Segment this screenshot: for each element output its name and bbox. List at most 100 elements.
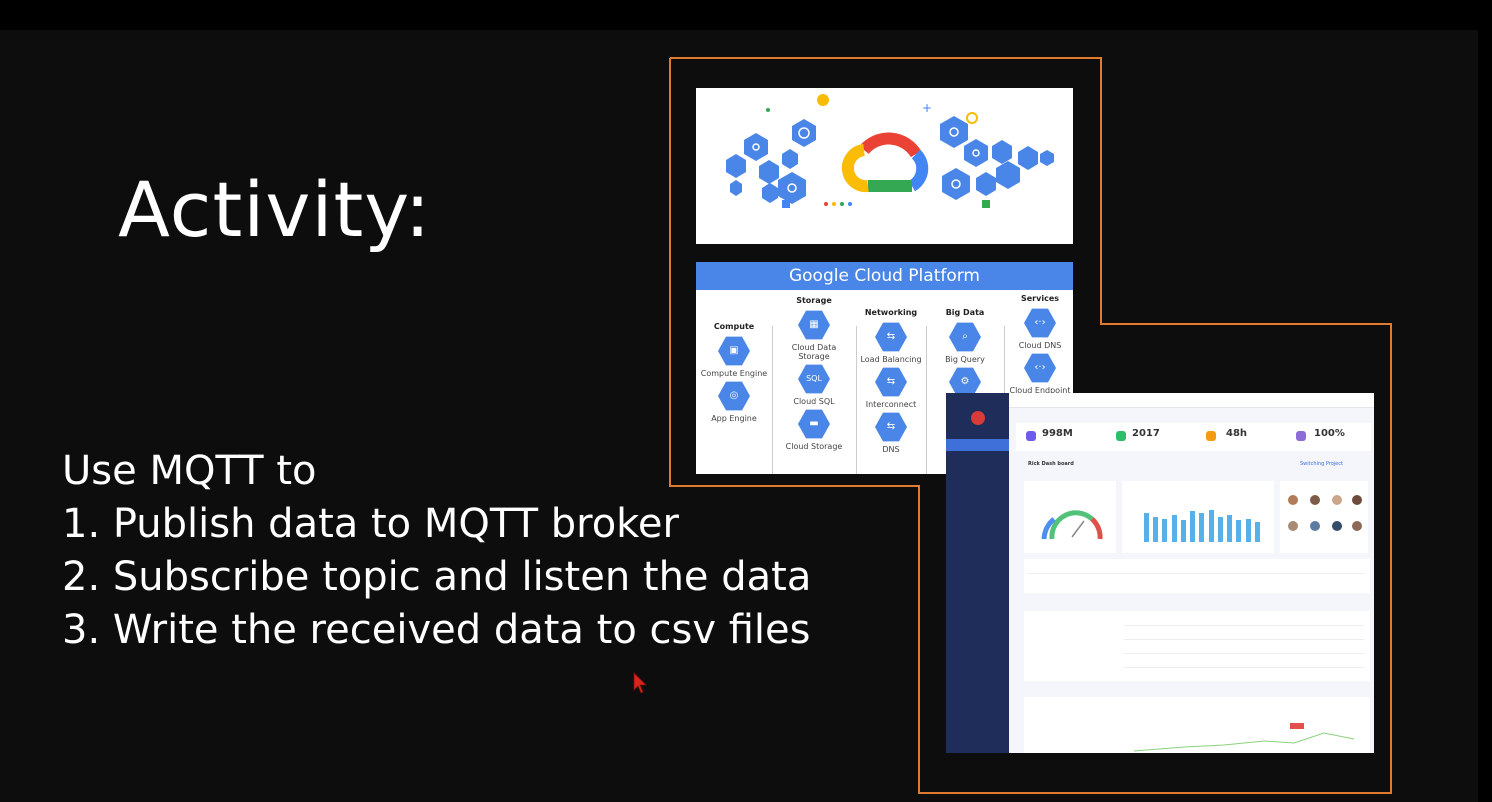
stat-icon (1026, 431, 1036, 441)
chart-bar (1254, 522, 1260, 542)
service-label: DNS (882, 445, 900, 454)
service-label: Cloud DNS (1018, 341, 1062, 350)
table-divider (1028, 573, 1364, 574)
sidebar-item (946, 511, 1009, 523)
chart-bar (1245, 518, 1251, 542)
column-heading: Services (1020, 294, 1060, 303)
sidebar-item (946, 463, 1009, 475)
sidebar-item (946, 487, 1009, 499)
stat-value: 998M (1042, 428, 1073, 439)
stat-icon (1116, 431, 1126, 441)
code-pipeline-panel (1024, 559, 1370, 593)
app-engine-icon: ◎ (718, 381, 750, 411)
stat-value: 48h (1226, 428, 1248, 439)
step-2: 2. Subscribe topic and listen the data (62, 554, 812, 600)
load-balancing-icon: ⇆ (875, 322, 907, 352)
gcp-column-bigdata: Big Data ⌕ Big Query ⚙ (930, 308, 1000, 400)
chart-bar (1153, 516, 1159, 542)
gcp-column-services: Services ‹·› Cloud DNS ‹·› Cloud Endpoin… (1008, 294, 1072, 395)
google-cloud-icons-image: + (696, 88, 1073, 244)
bigquery-icon: ⌕ (949, 322, 981, 352)
switch-project-link: Switching Project (1300, 461, 1343, 467)
bar-chart (1142, 506, 1262, 542)
mouse-cursor-icon (633, 672, 647, 694)
chart-bar (1217, 516, 1223, 542)
brand-logo-icon (970, 411, 985, 425)
column-heading: Big Data (945, 308, 985, 317)
avatar (1352, 495, 1362, 505)
gauge-chart (1041, 510, 1103, 540)
chart-bar (1162, 518, 1168, 542)
chart-bar (1227, 515, 1233, 542)
chart-bar (1208, 509, 1214, 542)
chart-bar (1190, 511, 1196, 542)
table-divider (1124, 653, 1364, 654)
stat-value: 100% (1314, 428, 1345, 439)
storage-icon: ▬ (798, 409, 830, 439)
avatar (1310, 521, 1320, 531)
column-heading: Storage (796, 296, 832, 305)
cpu-icon: ▣ (718, 336, 750, 366)
stat-value: 2017 (1132, 428, 1160, 439)
dashboard-screenshot: 998M 2017 48h 100% Rick Dash board Switc… (946, 393, 1374, 753)
cloud-dns-icon: ‹·› (1024, 308, 1056, 338)
service-label: Interconnect (865, 400, 917, 409)
stats-row: 998M 2017 48h 100% (1016, 423, 1371, 451)
gauge-panel (1024, 481, 1116, 553)
service-label: App Engine (711, 414, 757, 423)
datastore-icon: ▦ (798, 310, 830, 340)
ci-board-panel (1024, 611, 1370, 681)
google-cloud-logo: + (726, 94, 1054, 208)
avatar (1288, 521, 1298, 531)
step-1: 1. Publish data to MQTT broker (62, 501, 679, 547)
gcp-column-compute: Compute ▣ Compute Engine ◎ App Engine (700, 322, 768, 423)
gcp-column-networking: Networking ⇆ Load Balancing ⇆ Interconne… (860, 308, 922, 454)
sidebar-item (946, 439, 1009, 451)
interconnect-icon: ⇆ (875, 367, 907, 397)
sidebar-item (946, 451, 1009, 463)
line-chart (1133, 723, 1355, 752)
board-title: Rick Dash board (1028, 461, 1074, 467)
step-3: 3. Write the received data to csv files (62, 607, 811, 653)
service-label: Load Balancing (860, 355, 922, 364)
table-divider (1124, 639, 1364, 640)
slide-body: Use MQTT to 1. Publish data to MQTT brok… (62, 445, 811, 657)
column-heading: Networking (864, 308, 918, 317)
chart-bar (1236, 520, 1242, 542)
sidebar-item (946, 499, 1009, 511)
avatar (1352, 521, 1362, 531)
sidebar-item (946, 475, 1009, 487)
dashboard-sidebar (946, 393, 1009, 753)
gcp-column-storage: Storage ▦ Cloud Data Storage SQL Cloud S… (776, 296, 852, 451)
chart-bar (1180, 520, 1186, 542)
dashboard-topbar (1009, 393, 1374, 408)
avatar (1288, 495, 1298, 505)
service-label: Cloud Storage (785, 442, 843, 451)
table-divider (1124, 667, 1364, 668)
gcp-header: Google Cloud Platform (696, 262, 1073, 290)
dns-icon: ⇆ (875, 412, 907, 442)
stat-icon (1296, 431, 1306, 441)
column-divider (856, 326, 857, 474)
sidebar-item (946, 523, 1009, 535)
column-divider (926, 326, 927, 474)
service-label: Compute Engine (700, 369, 768, 378)
chart-bar (1171, 515, 1177, 542)
chart-bar (1199, 513, 1205, 542)
cloud-endpoint-icon: ‹·› (1024, 353, 1056, 383)
service-label: Cloud Data Storage (791, 343, 837, 361)
slide-title: Activity: (118, 165, 432, 254)
chart-bar (1144, 513, 1149, 542)
stat-icon (1206, 431, 1216, 441)
sql-icon: SQL (798, 364, 830, 394)
avatar (1332, 521, 1342, 531)
column-heading: Compute (713, 322, 755, 331)
service-label: Big Query (945, 355, 985, 364)
team-panel (1280, 481, 1368, 553)
table-divider (1124, 625, 1364, 626)
svg-text:+: + (922, 101, 932, 115)
avatar (1332, 495, 1342, 505)
code-board-panel (1024, 697, 1370, 753)
avatar (1310, 495, 1320, 505)
service-label: Cloud SQL (793, 397, 835, 406)
